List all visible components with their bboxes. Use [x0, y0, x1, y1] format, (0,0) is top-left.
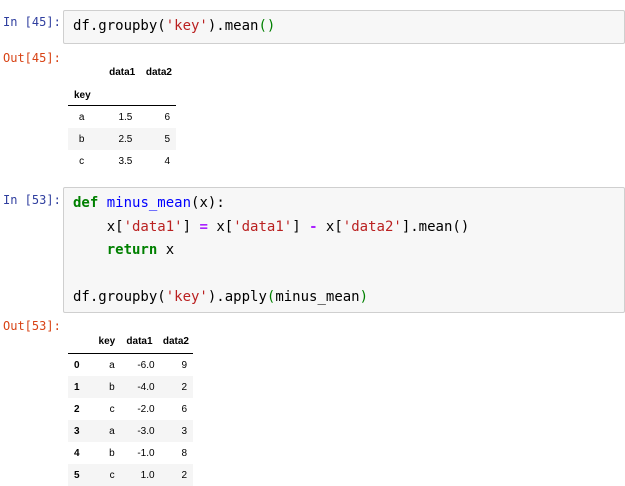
table-row: 3 a -3.0 3 [68, 420, 193, 442]
code-token: df.groupby( [73, 18, 166, 34]
apply-result-table-body: 0 a -6.0 9 1 b -4.0 2 2 c -2.0 6 3 a -3.… [68, 354, 193, 486]
row-index: 1 [74, 381, 80, 393]
table-row: b 2.5 5 [68, 128, 176, 150]
table-cell: 9 [181, 359, 187, 371]
code-string: 'data2' [342, 218, 402, 235]
column-header: key [98, 336, 116, 347]
table-cell: 2 [181, 381, 187, 393]
table-cell: -2.0 [137, 403, 155, 415]
column-header [68, 330, 88, 353]
code-block: def minus_mean(x): x['data1'] = x['data1… [73, 192, 469, 310]
code-paren: () [258, 18, 276, 34]
table-cell: 4 [164, 155, 170, 167]
code-string: 'key' [165, 18, 208, 34]
table-body-45: a 1.5 6 b 2.5 5 c 3.5 4 [68, 106, 176, 172]
code-input-53[interactable]: def minus_mean(x): x['data1'] = x['data1… [63, 187, 625, 313]
index-name-row: key [68, 85, 176, 105]
code-string: 'data1' [233, 218, 293, 235]
table-cell: a [109, 359, 115, 371]
row-index: b [78, 133, 85, 145]
in-prompt-45: In [45]: [3, 15, 61, 29]
table-row: 1 b -4.0 2 [68, 376, 193, 398]
groupby-mean-table: data1 data2 key [68, 60, 176, 105]
table-cell: b [109, 447, 115, 459]
code-token: ).mean [207, 18, 259, 34]
code-token: x[ [317, 218, 343, 235]
groupby-mean-table-body: a 1.5 6 b 2.5 5 c 3.5 4 [68, 106, 176, 172]
code-input-45[interactable]: df.groupby('key').mean() [63, 10, 625, 44]
in-prompt-53: In [53]: [3, 193, 61, 207]
table-cell: -4.0 [137, 381, 155, 393]
table-cell: -1.0 [137, 447, 155, 459]
row-index: 2 [74, 403, 80, 415]
header-row: data1 data2 [68, 60, 176, 85]
code-token: ].mean() [401, 218, 470, 235]
table-body-53: 0 a -6.0 9 1 b -4.0 2 2 c -2.0 6 3 a -3.… [68, 354, 193, 486]
code-line: df.groupby('key').mean() [73, 15, 275, 39]
table-cell: 5 [164, 133, 170, 145]
table-cell: -6.0 [137, 359, 155, 371]
code-token: ).apply [207, 289, 267, 305]
code-token: minus_mean [275, 289, 360, 305]
dataframe-output-53: key data1 data2 [68, 330, 193, 353]
header-row: key data1 data2 [68, 330, 193, 353]
code-function-name: minus_mean [106, 195, 192, 211]
out-prompt-45: Out[45]: [3, 51, 61, 65]
table-row: 5 c 1.0 2 [68, 464, 193, 486]
code-token: x[ [73, 218, 124, 235]
table-row: c 3.5 4 [68, 150, 176, 172]
apply-result-table: key data1 data2 [68, 330, 193, 353]
row-index: 3 [74, 425, 80, 437]
table-cell: a [109, 425, 115, 437]
table-row: 2 c -2.0 6 [68, 398, 193, 420]
table-cell: c [109, 403, 115, 415]
code-string: 'key' [165, 289, 208, 305]
row-index: 4 [74, 447, 80, 459]
column-header: data2 [162, 336, 189, 347]
code-token: (x): [191, 195, 225, 211]
column-header: data2 [145, 67, 172, 78]
row-index: a [78, 111, 85, 123]
out-prompt-53: Out[53]: [3, 319, 61, 333]
table-cell: 3 [181, 425, 187, 437]
table-row: 4 b -1.0 8 [68, 442, 193, 464]
table-cell: 6 [181, 403, 187, 415]
code-keyword: return [106, 242, 158, 258]
table-row: 0 a -6.0 9 [68, 354, 193, 376]
row-index: 5 [74, 469, 80, 481]
table-cell: -3.0 [137, 425, 155, 437]
code-token: x [157, 242, 175, 258]
table-cell: 2 [181, 469, 187, 481]
table-cell: c [109, 469, 115, 481]
column-header: data1 [109, 67, 136, 78]
table-cell: 1.5 [118, 111, 133, 123]
table-cell: 1.0 [140, 469, 155, 481]
code-paren: ) [359, 289, 369, 305]
code-token: df.groupby( [73, 289, 166, 305]
code-token: ] [182, 218, 200, 235]
row-index: 0 [74, 359, 80, 371]
code-string: 'data1' [123, 218, 183, 235]
code-token: ] [292, 218, 310, 235]
table-cell: b [109, 381, 115, 393]
code-operator: - [309, 218, 318, 235]
code-token: x[ [207, 218, 234, 235]
table-cell: 8 [181, 447, 187, 459]
code-operator: = [199, 218, 208, 235]
table-cell: 2.5 [118, 133, 133, 145]
table-cell: 6 [164, 111, 170, 123]
dataframe-output-45: data1 data2 key [68, 60, 176, 105]
code-keyword: def [73, 195, 99, 211]
row-index: c [79, 155, 85, 167]
table-row: a 1.5 6 [68, 106, 176, 128]
table-cell: 3.5 [118, 155, 133, 167]
column-header: data1 [126, 336, 153, 347]
index-name: key [74, 89, 91, 101]
